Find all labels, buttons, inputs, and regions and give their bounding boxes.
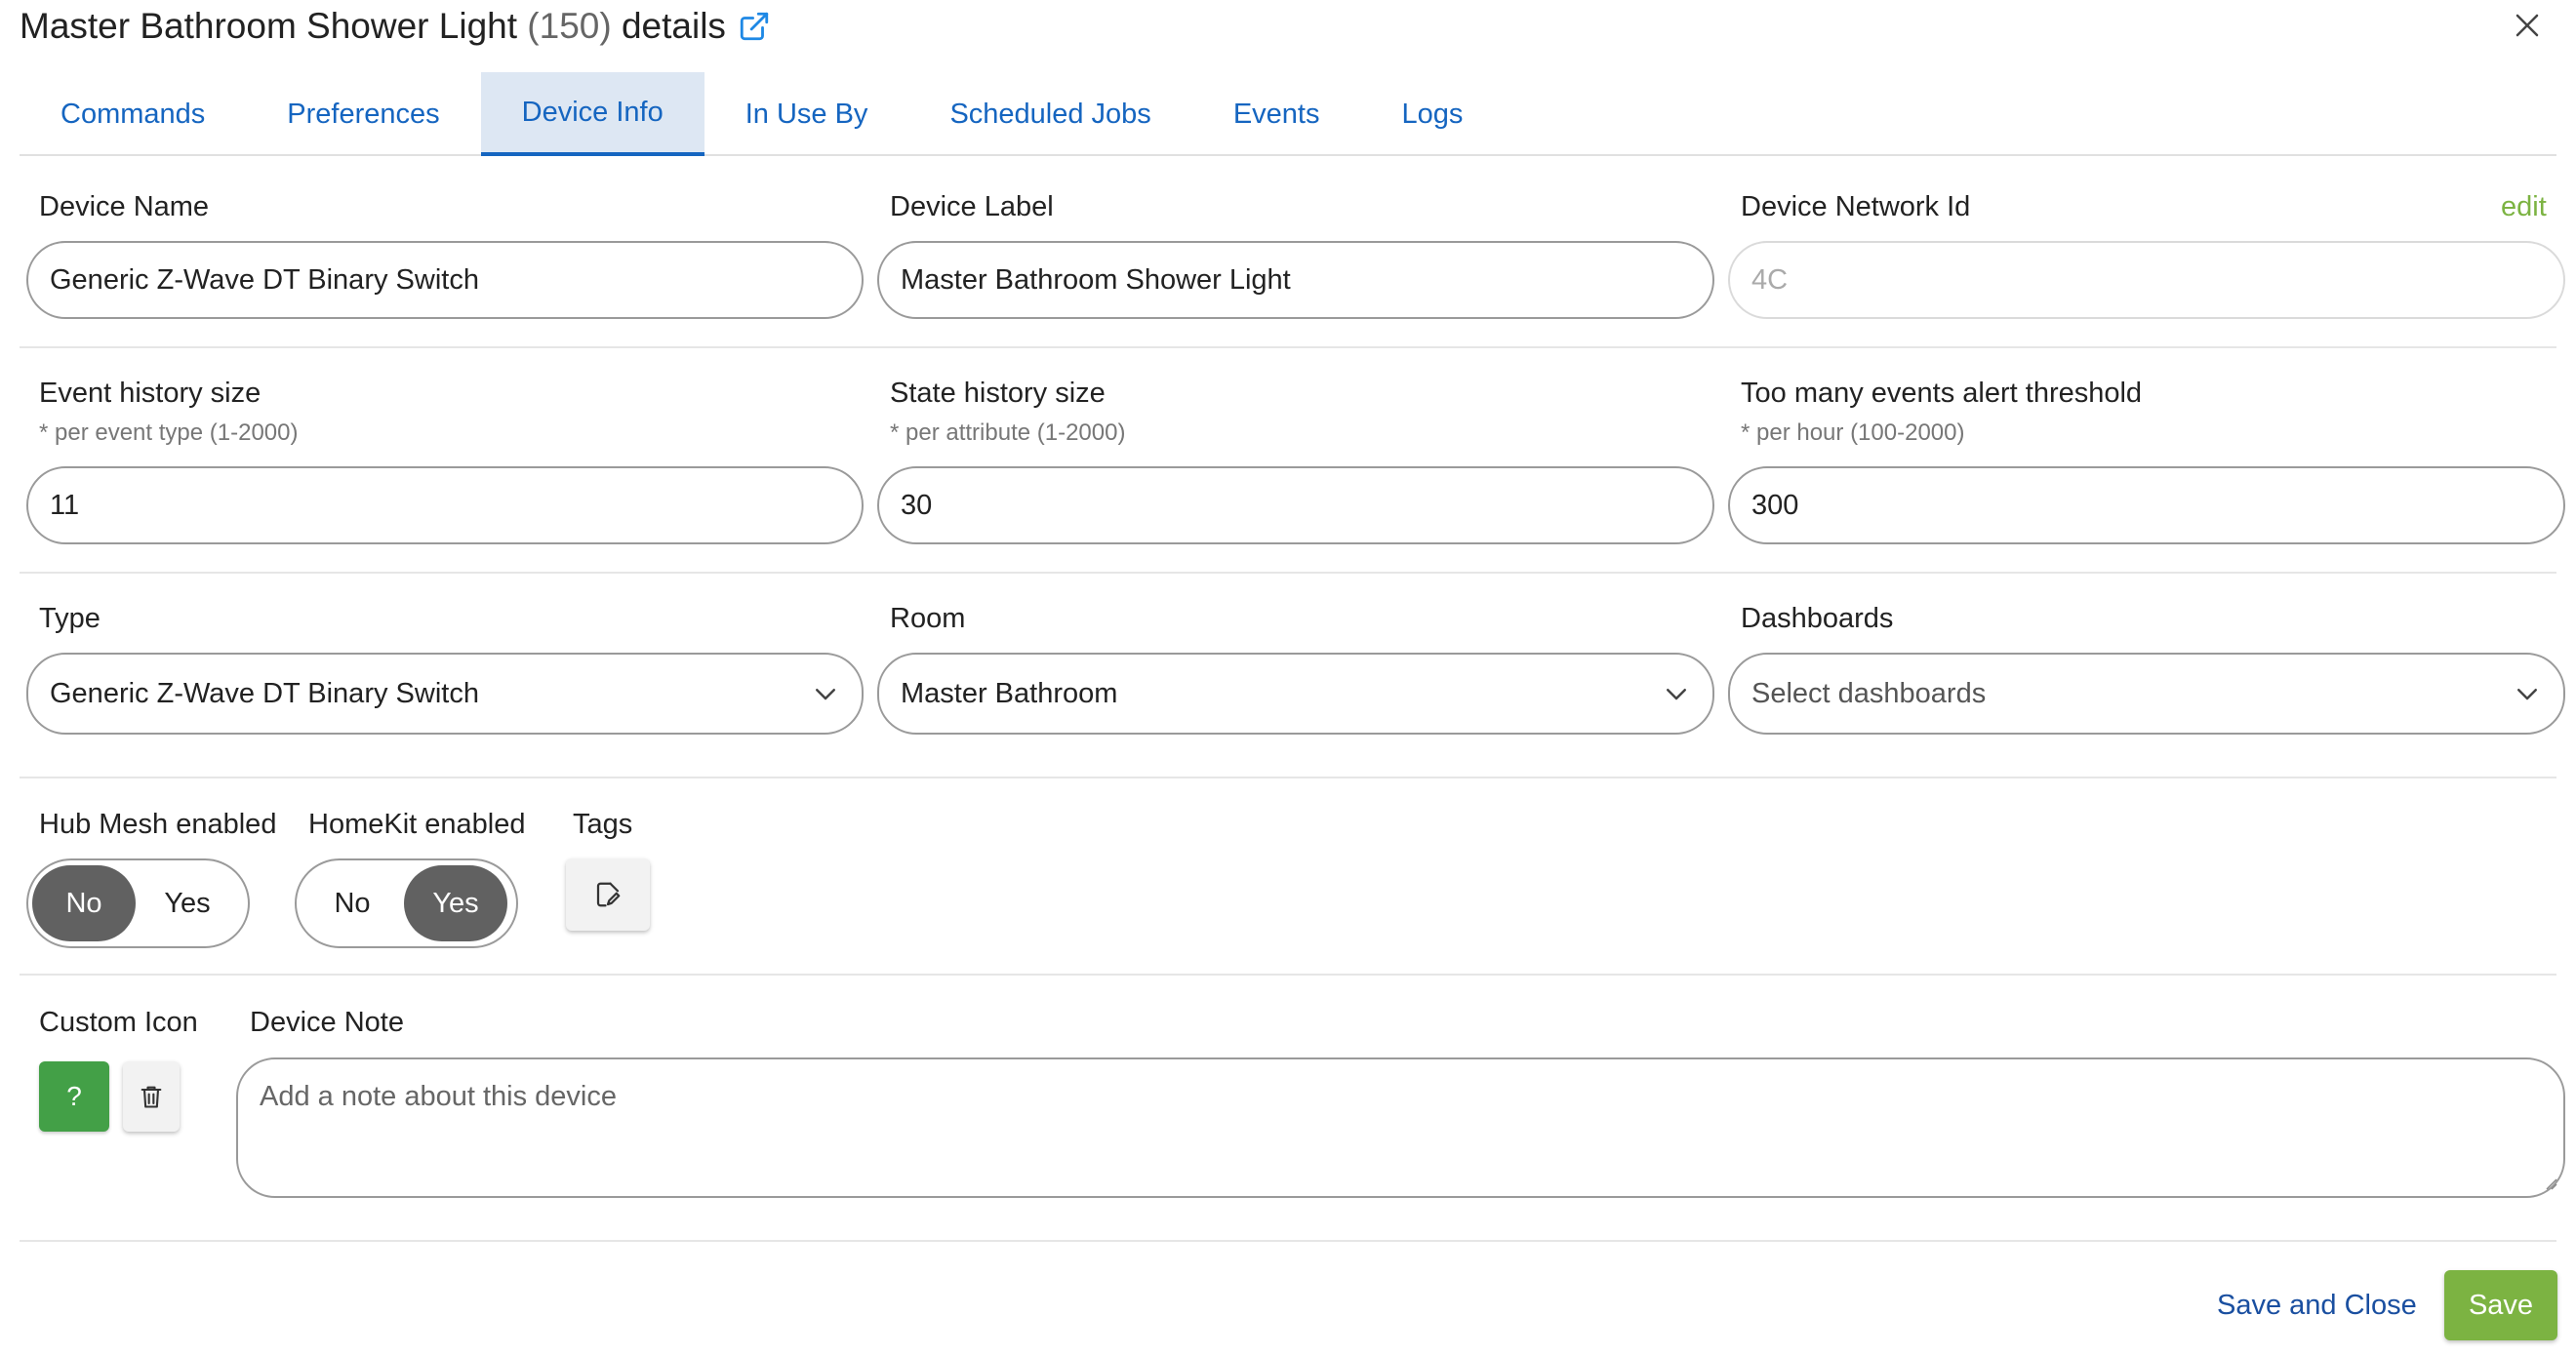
hub-mesh-no-option[interactable]: No <box>32 865 136 941</box>
state-history-label: State history size <box>890 378 1106 409</box>
device-name-label: Device Name <box>39 191 210 222</box>
divider <box>20 346 2556 348</box>
tab-preferences[interactable]: Preferences <box>246 72 480 156</box>
dashboards-placeholder: Select dashboards <box>1751 677 1987 709</box>
device-label-label: Device Label <box>890 191 1054 222</box>
device-label-field: Device Label <box>890 191 1054 223</box>
room-select-value: Master Bathroom <box>901 677 1118 709</box>
dashboards-field: Dashboards <box>1741 603 1893 635</box>
room-label: Room <box>890 603 966 634</box>
hub-mesh-yes-option[interactable]: Yes <box>136 865 239 941</box>
divider <box>20 572 2556 574</box>
external-link-icon[interactable] <box>738 10 771 43</box>
tab-device-info[interactable]: Device Info <box>480 72 704 156</box>
type-select-value: Generic Z-Wave DT Binary Switch <box>50 677 479 709</box>
trash-icon <box>141 1086 162 1108</box>
network-id-edit-link[interactable]: edit <box>2501 191 2547 223</box>
device-network-id-input: 4C <box>1728 241 2565 319</box>
device-title-name: Master Bathroom Shower Light <box>20 6 518 46</box>
chevron-down-icon <box>2517 689 2537 700</box>
tab-in-use-by[interactable]: In Use By <box>704 72 909 156</box>
device-note-placeholder: Add a note about this device <box>260 1081 617 1112</box>
dialog-header: Master Bathroom Shower Light (150) detai… <box>20 0 771 53</box>
event-history-label: Event history size <box>39 378 262 409</box>
save-button[interactable]: Save <box>2444 1270 2557 1340</box>
device-note-textarea[interactable]: Add a note about this device <box>236 1057 2565 1198</box>
divider <box>20 777 2556 778</box>
event-history-field: Event history size * per event type (1-2… <box>39 378 299 447</box>
chevron-down-icon <box>816 689 835 700</box>
tab-logs[interactable]: Logs <box>1360 72 1504 156</box>
alert-threshold-input[interactable]: 300 <box>1728 466 2565 544</box>
delete-icon-button[interactable] <box>123 1061 180 1132</box>
tab-events[interactable]: Events <box>1192 72 1361 156</box>
homekit-toggle[interactable]: No Yes <box>295 858 518 948</box>
edit-tags-button[interactable] <box>566 858 650 931</box>
type-field: Type <box>39 603 101 635</box>
device-title-count: (150) <box>527 6 612 46</box>
close-icon <box>2516 14 2539 37</box>
homekit-no-option[interactable]: No <box>301 865 404 941</box>
device-title-suffix: details <box>621 6 726 46</box>
device-note-field: Device Note <box>250 1007 404 1039</box>
custom-icon-button[interactable]: ? <box>39 1061 109 1132</box>
device-network-id-label: Device Network Id <box>1741 191 1971 222</box>
save-and-close-button[interactable]: Save and Close <box>2217 1290 2417 1322</box>
alert-threshold-field: Too many events alert threshold * per ho… <box>1741 378 2142 447</box>
device-details-dialog: Master Bathroom Shower Light (150) detai… <box>0 0 2576 1356</box>
question-icon: ? <box>66 1081 82 1111</box>
dashboards-select[interactable]: Select dashboards <box>1728 653 2565 735</box>
custom-icon-label: Custom Icon <box>39 1007 198 1038</box>
event-history-hint: * per event type (1-2000) <box>39 419 299 446</box>
device-network-id-field: Device Network Id <box>1741 191 1970 223</box>
chevron-down-icon <box>1667 689 1686 700</box>
dashboards-label: Dashboards <box>1741 603 1894 634</box>
divider <box>20 974 2556 976</box>
type-label: Type <box>39 603 101 634</box>
state-history-value: 30 <box>901 489 933 521</box>
alert-threshold-label: Too many events alert threshold <box>1741 378 2143 409</box>
event-history-value: 11 <box>50 489 80 521</box>
homekit-field: HomeKit enabled <box>308 809 525 841</box>
type-select[interactable]: Generic Z-Wave DT Binary Switch <box>26 653 864 735</box>
alert-threshold-hint: * per hour (100-2000) <box>1741 419 1965 446</box>
device-network-id-value: 4C <box>1751 263 1789 296</box>
alert-threshold-value: 300 <box>1751 489 1799 521</box>
device-name-field: Device Name <box>39 191 209 223</box>
tags-label: Tags <box>573 809 633 840</box>
device-name-input[interactable]: Generic Z-Wave DT Binary Switch <box>26 241 864 319</box>
tab-scheduled-jobs[interactable]: Scheduled Jobs <box>908 72 1191 156</box>
hub-mesh-label: Hub Mesh enabled <box>39 809 277 840</box>
tab-commands[interactable]: Commands <box>20 72 246 156</box>
state-history-input[interactable]: 30 <box>877 466 1714 544</box>
custom-icon-field: Custom Icon <box>39 1007 198 1039</box>
hub-mesh-toggle[interactable]: No Yes <box>26 858 250 948</box>
device-name-value: Generic Z-Wave DT Binary Switch <box>50 263 479 296</box>
room-field: Room <box>890 603 965 635</box>
device-label-input[interactable]: Master Bathroom Shower Light <box>877 241 1714 319</box>
tag-edit-icon <box>596 882 621 907</box>
divider <box>20 1240 2556 1242</box>
homekit-label: HomeKit enabled <box>308 809 526 840</box>
device-note-label: Device Note <box>250 1007 404 1038</box>
device-label-value: Master Bathroom Shower Light <box>901 263 1291 296</box>
event-history-input[interactable]: 11 <box>26 466 864 544</box>
dialog-title: Master Bathroom Shower Light (150) detai… <box>20 6 726 47</box>
state-history-field: State history size * per attribute (1-20… <box>890 378 1125 447</box>
close-button[interactable] <box>2508 6 2547 45</box>
tags-field: Tags <box>573 809 632 841</box>
resize-handle-icon[interactable] <box>2542 1175 2557 1190</box>
tab-bar: Commands Preferences Device Info In Use … <box>20 72 2556 156</box>
hub-mesh-field: Hub Mesh enabled <box>39 809 276 841</box>
state-history-hint: * per attribute (1-2000) <box>890 419 1126 446</box>
room-select[interactable]: Master Bathroom <box>877 653 1714 735</box>
homekit-yes-option[interactable]: Yes <box>404 865 507 941</box>
